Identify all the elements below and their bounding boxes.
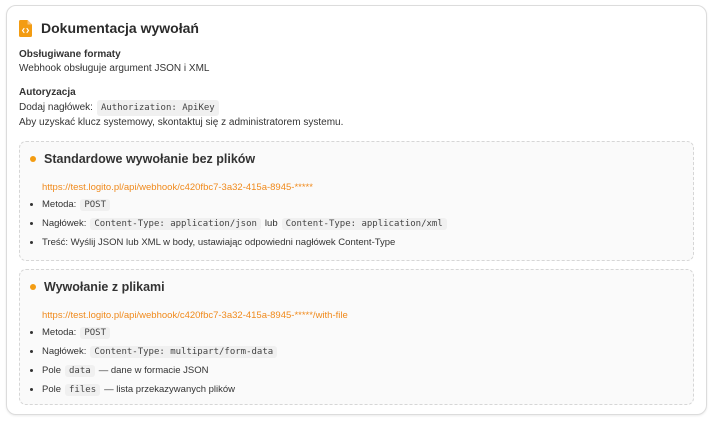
data-field-desc: — dane w formacie JSON xyxy=(98,365,209,376)
bullet-icon xyxy=(30,331,33,334)
list-item-header: Nagłówek: Content-Type: application/json… xyxy=(30,214,447,233)
formats-block: Obsługiwane formaty Webhook obsługuje ar… xyxy=(19,48,209,76)
files-field-desc: — lista przekazywanych plików xyxy=(104,384,236,395)
formats-label: Obsługiwane formaty xyxy=(19,49,121,60)
bullet-icon xyxy=(30,203,33,206)
endpoint-url[interactable]: https://test.logito.pl/api/webhook/c420f… xyxy=(42,182,313,193)
header-code-multipart: Content-Type: multipart/form-data xyxy=(90,345,278,358)
auth-header-code: Authorization: ApiKey xyxy=(96,100,219,116)
list-item-method: Metoda: POST xyxy=(30,323,277,342)
details-list: Metoda: POST Nagłówek: Content-Type: app… xyxy=(30,195,447,252)
header-code-xml: Content-Type: application/xml xyxy=(281,217,447,230)
section-title: Standardowe wywołanie bez plików xyxy=(44,152,256,166)
bullet-icon xyxy=(30,222,33,225)
document-code-icon xyxy=(19,19,32,37)
list-item-method: Metoda: POST xyxy=(30,195,447,214)
section-title-row: Standardowe wywołanie bez plików xyxy=(30,152,255,166)
section-title-row: Wywołanie z plikami xyxy=(30,280,165,294)
bullet-icon xyxy=(30,369,33,372)
field-label: Pole xyxy=(42,384,62,395)
card-header: Dokumentacja wywołań xyxy=(19,16,199,40)
bullet-icon xyxy=(30,350,33,353)
section-title: Wywołanie z plikami xyxy=(44,280,165,294)
bullet-dot-icon xyxy=(30,156,36,162)
header-label: Nagłówek: xyxy=(42,346,87,357)
section-standard-call: Standardowe wywołanie bez plików https:/… xyxy=(19,141,694,261)
section-file-call: Wywołanie z plikami https://test.logito.… xyxy=(19,269,694,405)
list-item-header: Nagłówek: Content-Type: multipart/form-d… xyxy=(30,342,278,361)
method-code: POST xyxy=(80,326,111,339)
data-field-code: data xyxy=(65,364,95,377)
field-label: Pole xyxy=(42,365,62,376)
header-label: Nagłówek: xyxy=(42,218,87,229)
method-label: Metoda: xyxy=(42,327,77,338)
header-code-json: Content-Type: application/json xyxy=(90,217,261,230)
method-code: POST xyxy=(80,198,111,211)
formats-text: Webhook obsługuje argument JSON i XML xyxy=(19,63,210,74)
bullet-dot-icon xyxy=(30,284,36,290)
endpoint-url[interactable]: https://test.logito.pl/api/webhook/c420f… xyxy=(42,310,348,321)
details-list: Metoda: POST Nagłówek: Content-Type: mul… xyxy=(30,323,278,399)
auth-header-prefix: Dodaj nagłówek: xyxy=(19,102,93,113)
list-item-body: Treść: Wyślij JSON lub XML w body, ustaw… xyxy=(30,233,447,252)
auth-note: Aby uzyskać klucz systemowy, skontaktuj … xyxy=(19,117,344,128)
auth-block: Autoryzacja Dodaj nagłówek: Authorizatio… xyxy=(19,86,343,130)
files-field-code: files xyxy=(65,383,101,396)
header-or: lub xyxy=(264,218,278,229)
body-text: Treść: Wyślij JSON lub XML w body, ustaw… xyxy=(42,237,396,248)
list-item-data-field: Pole data — dane w formacie JSON xyxy=(30,361,277,380)
method-label: Metoda: xyxy=(42,199,77,210)
bullet-icon xyxy=(30,388,33,391)
bullet-icon xyxy=(30,241,33,244)
page-title: Dokumentacja wywołań xyxy=(41,20,199,36)
auth-label: Autoryzacja xyxy=(19,87,76,98)
documentation-card: Dokumentacja wywołań Obsługiwane formaty… xyxy=(6,5,707,415)
list-item-files-field: Pole files — lista przekazywanych plików xyxy=(30,380,277,399)
